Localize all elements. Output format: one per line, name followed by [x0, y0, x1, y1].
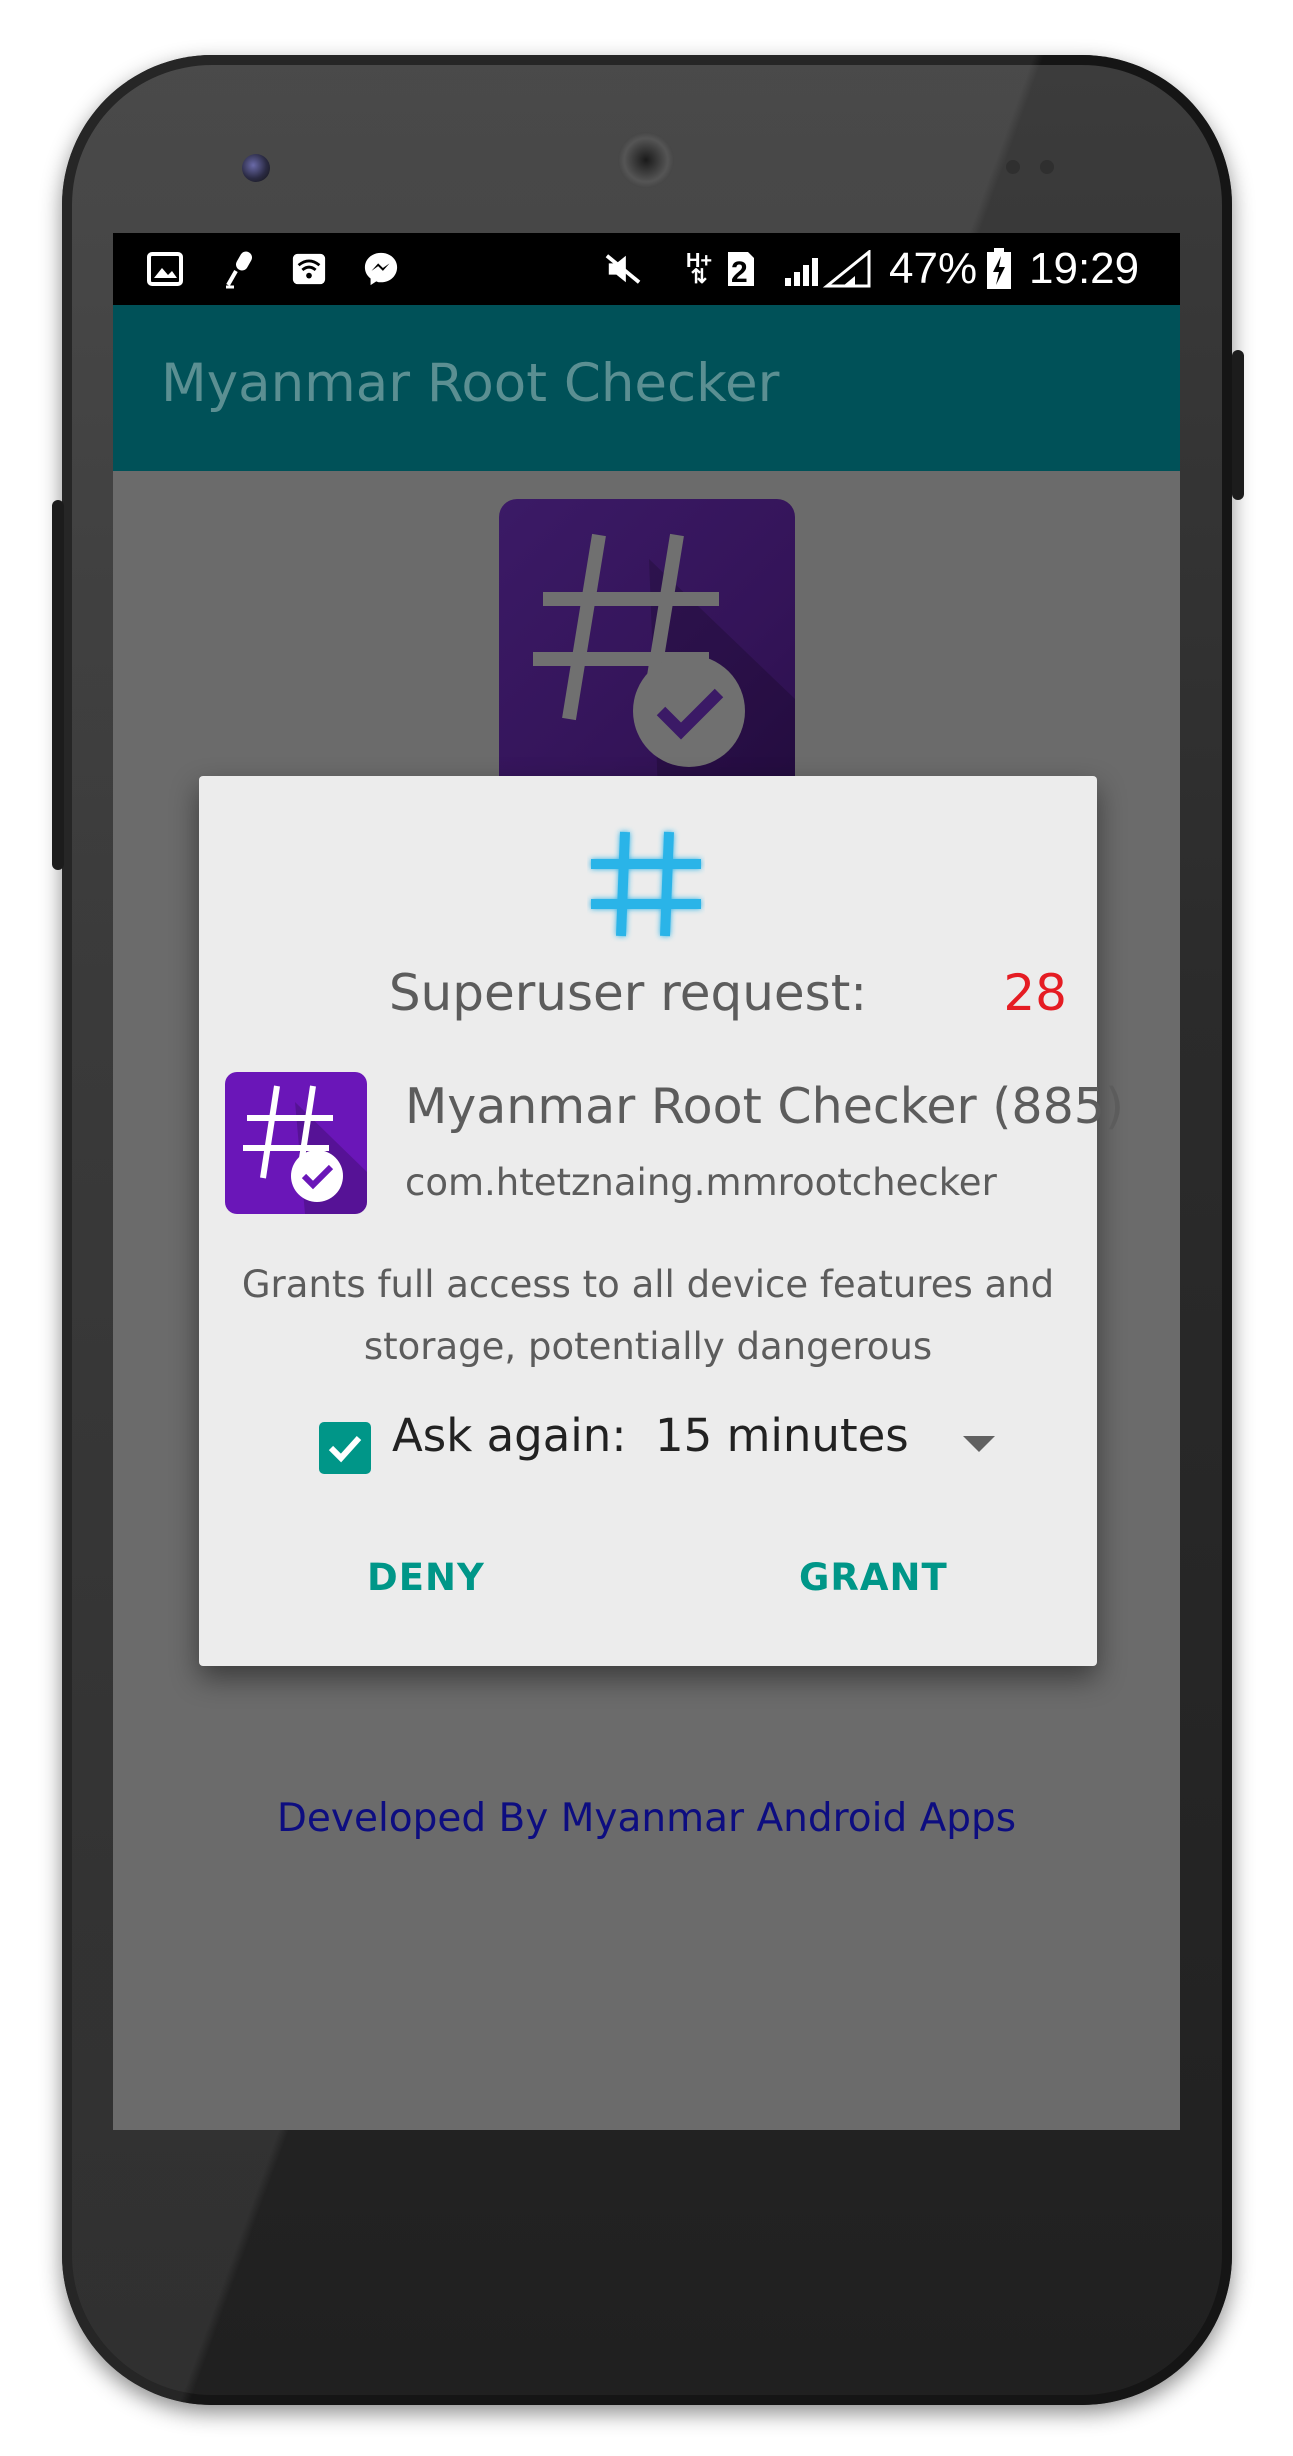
dialog-title: Superuser request: — [388, 964, 868, 1022]
signal-icon — [783, 250, 873, 288]
volume-button — [52, 500, 64, 870]
checkmark-icon — [328, 1435, 362, 1463]
requesting-app-name: Myanmar Root Checker (885) — [405, 1078, 1125, 1135]
gallery-icon — [147, 251, 183, 287]
power-button — [1232, 350, 1244, 500]
earpiece-speaker — [618, 132, 674, 188]
ask-again-label: Ask again: — [392, 1409, 627, 1462]
requesting-app-icon — [225, 1072, 367, 1214]
superuser-icon — [587, 824, 705, 942]
sim-number: 2 — [731, 256, 748, 289]
developer-credit: Developed By Myanmar Android Apps — [276, 1796, 1017, 1841]
network-type-icon: H+ ⇅ — [685, 250, 713, 288]
requesting-app-package: com.htetznaing.mmrootchecker — [405, 1161, 997, 1204]
light-sensor — [1040, 160, 1054, 174]
messenger-icon — [363, 251, 399, 287]
dropdown-arrow-icon — [963, 1436, 995, 1452]
grant-button[interactable]: GRANT — [799, 1556, 948, 1599]
hash-check-icon — [243, 1085, 367, 1214]
wifi-calling-icon — [291, 251, 327, 287]
screen: H+ ⇅ 2 47% 19:29 Myanmar Root Checker De… — [113, 233, 1180, 2130]
status-bar: H+ ⇅ 2 47% 19:29 — [113, 233, 1180, 305]
mute-icon — [605, 251, 641, 287]
app-bar: Myanmar Root Checker — [113, 305, 1180, 471]
deny-button[interactable]: DENY — [367, 1556, 485, 1599]
app-title: Myanmar Root Checker — [161, 353, 780, 414]
ask-again-checkbox[interactable] — [319, 1422, 371, 1474]
battery-percent: 47% — [889, 244, 978, 293]
clock: 19:29 — [1029, 244, 1140, 293]
permission-warning: Grants full access to all device feature… — [241, 1263, 1055, 1368]
ask-again-duration-value: 15 minutes — [655, 1409, 909, 1462]
ask-again-duration-select[interactable]: 15 minutes — [655, 1402, 995, 1474]
front-camera — [242, 154, 270, 182]
battery-charging-icon — [985, 248, 1013, 289]
proximity-sensor — [1006, 160, 1020, 174]
microphone-icon — [221, 251, 257, 289]
hash-check-icon — [533, 533, 795, 819]
countdown-timer: 28 — [1003, 964, 1067, 1022]
superuser-dialog: Superuser request: 28 Myanmar Root Check… — [199, 776, 1124, 1666]
app-logo — [499, 499, 795, 819]
